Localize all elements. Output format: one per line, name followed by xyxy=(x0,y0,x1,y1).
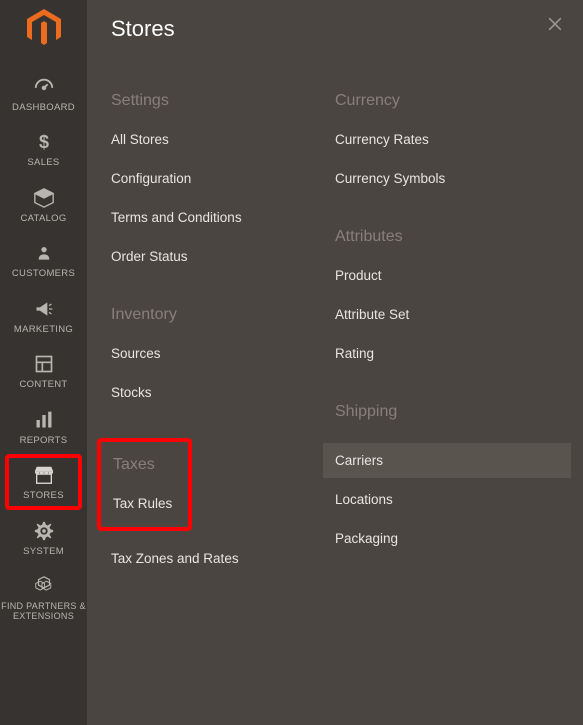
admin-sidebar: DASHBOARD $ SALES CATALOG CUSTOMERS MARK… xyxy=(0,0,87,725)
link-stocks[interactable]: Stocks xyxy=(111,385,335,400)
section-shipping-header: Shipping xyxy=(335,403,559,421)
nav-label: CONTENT xyxy=(19,380,67,390)
nav-customers[interactable]: CUSTOMERS xyxy=(0,232,87,287)
nav-label: REPORTS xyxy=(20,436,68,446)
nav-stores[interactable]: STORES xyxy=(5,454,82,509)
link-tax-zones[interactable]: Tax Zones and Rates xyxy=(111,551,335,566)
link-tax-rules[interactable]: Tax Rules xyxy=(113,496,176,511)
nav-label: FIND PARTNERS & EXTENSIONS xyxy=(0,602,87,622)
link-currency-rates[interactable]: Currency Rates xyxy=(335,132,559,147)
link-all-stores[interactable]: All Stores xyxy=(111,132,335,147)
link-locations[interactable]: Locations xyxy=(335,492,559,507)
nav-label: STORES xyxy=(23,491,64,501)
section-taxes-header: Taxes xyxy=(113,456,176,474)
storefront-icon xyxy=(32,464,56,486)
person-icon xyxy=(36,242,52,264)
link-configuration[interactable]: Configuration xyxy=(111,171,335,186)
section-currency-header: Currency xyxy=(335,92,559,110)
box-icon xyxy=(33,187,55,209)
svg-text:$: $ xyxy=(38,132,48,152)
link-carriers[interactable]: Carriers xyxy=(323,443,571,478)
magento-logo[interactable] xyxy=(24,8,64,48)
nav-partners[interactable]: FIND PARTNERS & EXTENSIONS xyxy=(0,565,87,630)
nav-system[interactable]: SYSTEM xyxy=(0,510,87,565)
panel-title: Stores xyxy=(111,16,559,42)
link-sources[interactable]: Sources xyxy=(111,346,335,361)
nav-label: CATALOG xyxy=(20,214,66,224)
bar-chart-icon xyxy=(34,409,54,431)
taxes-highlight: Taxes Tax Rules xyxy=(97,438,192,531)
section-settings-header: Settings xyxy=(111,92,335,110)
panel-column-right: Currency Currency Rates Currency Symbols… xyxy=(335,82,559,590)
link-currency-symbols[interactable]: Currency Symbols xyxy=(335,171,559,186)
boxes-icon xyxy=(33,575,55,597)
section-inventory-header: Inventory xyxy=(111,306,335,324)
nav-content[interactable]: CONTENT xyxy=(0,343,87,398)
nav-label: CUSTOMERS xyxy=(12,269,75,279)
link-rating[interactable]: Rating xyxy=(335,346,559,361)
nav-reports[interactable]: REPORTS xyxy=(0,399,87,454)
nav-dashboard[interactable]: DASHBOARD xyxy=(0,66,87,121)
link-packaging[interactable]: Packaging xyxy=(335,531,559,546)
close-button[interactable] xyxy=(545,14,565,39)
dollar-icon: $ xyxy=(35,131,53,153)
megaphone-icon xyxy=(33,298,55,320)
stores-panel: Stores Settings All Stores Configuration… xyxy=(87,0,583,725)
nav-marketing[interactable]: MARKETING xyxy=(0,288,87,343)
dashboard-icon xyxy=(33,76,55,98)
layout-icon xyxy=(34,353,54,375)
link-product[interactable]: Product xyxy=(335,268,559,283)
nav-label: SYSTEM xyxy=(23,547,64,557)
nav-label: SALES xyxy=(27,158,59,168)
section-attributes-header: Attributes xyxy=(335,228,559,246)
gear-icon xyxy=(33,520,55,542)
nav-sales[interactable]: $ SALES xyxy=(0,121,87,176)
nav-label: MARKETING xyxy=(14,325,73,335)
nav-catalog[interactable]: CATALOG xyxy=(0,177,87,232)
link-order-status[interactable]: Order Status xyxy=(111,249,335,264)
link-attribute-set[interactable]: Attribute Set xyxy=(335,307,559,322)
link-terms-conditions[interactable]: Terms and Conditions xyxy=(111,210,335,225)
panel-column-left: Settings All Stores Configuration Terms … xyxy=(111,82,335,590)
nav-label: DASHBOARD xyxy=(12,103,75,113)
